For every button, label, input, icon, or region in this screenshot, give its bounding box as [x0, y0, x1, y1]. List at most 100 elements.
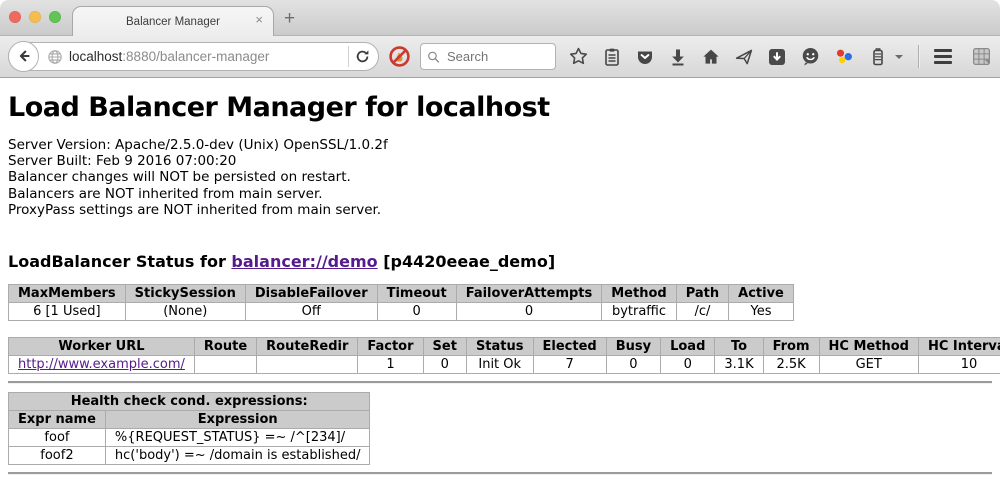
cell-factor: 1 — [358, 356, 423, 374]
url-bar[interactable]: localhost:8880/balancer-manager — [8, 42, 379, 71]
col-elected: Elected — [533, 338, 606, 356]
cell-path: /c/ — [676, 303, 728, 321]
search-icon — [427, 50, 440, 64]
back-button[interactable] — [8, 41, 39, 72]
cell-from: 2.5K — [763, 356, 819, 374]
table-row: 6 [1 Used] (None) Off 0 0 bytraffic /c/ … — [9, 303, 794, 321]
page-title: Load Balancer Manager for localhost — [8, 92, 992, 123]
status-heading-prefix: LoadBalancer Status for — [8, 252, 231, 271]
minimize-window-button[interactable] — [29, 11, 41, 23]
col-failoverattempts: FailoverAttempts — [456, 285, 602, 303]
close-window-button[interactable] — [9, 11, 21, 23]
server-version-line: Server Version: Apache/2.5.0-dev (Unix) … — [8, 137, 992, 153]
send-tab-icon[interactable] — [734, 47, 754, 67]
grid-addon-icon[interactable] — [971, 46, 992, 67]
cell-expression: %{REQUEST_STATUS} =~ /^[234]/ — [105, 429, 370, 447]
window-controls — [9, 11, 61, 23]
server-built-line: Server Built: Feb 9 2016 07:00:20 — [8, 153, 992, 169]
reload-button[interactable] — [355, 49, 370, 64]
table-title-row: Health check cond. expressions: — [9, 393, 370, 411]
col-maxmembers: MaxMembers — [9, 285, 126, 303]
cell-load: 0 — [661, 356, 715, 374]
cell-method: bytraffic — [602, 303, 676, 321]
tab-bar: Balancer Manager × + — [0, 0, 1000, 36]
col-disablefailover: DisableFailover — [245, 285, 377, 303]
table-row: http://www.example.com/ 1 0 Init Ok 7 0 … — [9, 356, 1000, 374]
bookmark-star-icon[interactable] — [568, 46, 589, 67]
col-path: Path — [676, 285, 728, 303]
menu-button[interactable] — [934, 49, 952, 64]
status-heading-suffix: [p4420eeae_demo] — [378, 252, 556, 271]
cell-hc-method: GET — [819, 356, 918, 374]
table-header-row: MaxMembers StickySession DisableFailover… — [9, 285, 794, 303]
cell-stickysession: (None) — [125, 303, 245, 321]
col-method: Method — [602, 285, 676, 303]
toolbar-icons — [568, 45, 992, 68]
col-timeout: Timeout — [377, 285, 456, 303]
new-tab-button[interactable]: + — [284, 8, 295, 30]
tab-title: Balancer Manager — [126, 16, 220, 28]
table-header-row: Expr name Expression — [9, 411, 370, 429]
page-content: Load Balancer Manager for localhost Serv… — [0, 92, 1000, 475]
globe-icon — [47, 49, 63, 65]
reading-list-icon[interactable] — [602, 47, 622, 67]
cell-worker-url: http://www.example.com/ — [9, 356, 195, 374]
col-busy: Busy — [606, 338, 660, 356]
container-addon-icon[interactable] — [868, 47, 888, 67]
colored-dots-addon-icon[interactable] — [834, 46, 855, 67]
col-hc-method: HC Method — [819, 338, 918, 356]
browser-window: Balancer Manager × + localhost:8880/bala… — [0, 0, 1000, 491]
col-load: Load — [661, 338, 715, 356]
search-input[interactable] — [445, 48, 549, 65]
url-text[interactable]: localhost:8880/balancer-manager — [69, 49, 342, 64]
toolbar-divider — [918, 45, 919, 68]
zoom-window-button[interactable] — [49, 11, 61, 23]
urlbar-divider — [348, 46, 349, 67]
content-blocked-icon[interactable] — [388, 45, 411, 68]
col-routeredir: RouteRedir — [257, 338, 358, 356]
col-set: Set — [423, 338, 466, 356]
cell-elected: 7 — [533, 356, 606, 374]
table-header-row: Worker URL Route RouteRedir Factor Set S… — [9, 338, 1000, 356]
save-to-device-icon[interactable] — [767, 47, 787, 67]
cell-active: Yes — [729, 303, 794, 321]
proxypass-warning-line: ProxyPass settings are NOT inherited fro… — [8, 202, 992, 218]
pocket-icon[interactable] — [635, 47, 655, 67]
col-from: From — [763, 338, 819, 356]
bottom-divider — [8, 472, 992, 475]
cell-hc-interval: 10 — [918, 356, 1000, 374]
server-info: Server Version: Apache/2.5.0-dev (Unix) … — [8, 137, 992, 218]
cell-set: 0 — [423, 356, 466, 374]
table-row: foof %{REQUEST_STATUS} =~ /^[234]/ — [9, 429, 370, 447]
cell-failoverattempts: 0 — [456, 303, 602, 321]
cell-status: Init Ok — [466, 356, 533, 374]
chevron-down-icon[interactable] — [895, 55, 903, 59]
back-arrow-icon — [16, 48, 32, 64]
downloads-icon[interactable] — [668, 47, 688, 67]
chat-smiley-icon[interactable] — [800, 46, 821, 67]
col-active: Active — [729, 285, 794, 303]
tab-balancer-manager[interactable]: Balancer Manager × — [72, 6, 274, 36]
cell-to: 3.1K — [715, 356, 763, 374]
persist-warning-line: Balancer changes will NOT be persisted o… — [8, 169, 992, 185]
cell-timeout: 0 — [377, 303, 456, 321]
col-expression: Expression — [105, 411, 370, 429]
home-icon[interactable] — [701, 47, 721, 67]
cell-expr-name: foof2 — [9, 447, 106, 465]
col-factor: Factor — [358, 338, 423, 356]
search-bar[interactable] — [420, 43, 556, 70]
table-row: foof2 hc('body') =~ /domain is establish… — [9, 447, 370, 465]
worker-url-link[interactable]: http://www.example.com/ — [18, 357, 185, 372]
url-path: :8880/balancer-manager — [122, 49, 269, 64]
cell-maxmembers: 6 [1 Used] — [9, 303, 126, 321]
balancer-demo-link[interactable]: balancer://demo — [231, 252, 377, 271]
col-hc-interval: HC Interval — [918, 338, 1000, 356]
col-status: Status — [466, 338, 533, 356]
col-to: To — [715, 338, 763, 356]
col-stickysession: StickySession — [125, 285, 245, 303]
col-route: Route — [194, 338, 256, 356]
loadbalancer-status-heading: LoadBalancer Status for balancer://demo … — [8, 252, 992, 271]
tab-close-icon[interactable]: × — [255, 13, 263, 26]
navigation-toolbar: localhost:8880/balancer-manager — [0, 36, 1000, 78]
col-worker-url: Worker URL — [9, 338, 195, 356]
